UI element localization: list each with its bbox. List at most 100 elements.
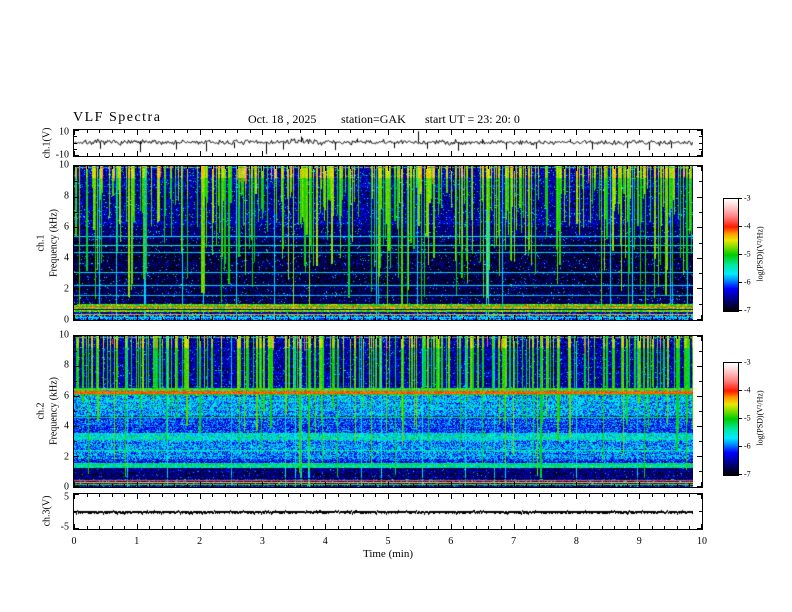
x-tick — [250, 317, 251, 320]
x-tick — [162, 166, 163, 169]
x-tick — [137, 166, 138, 171]
x-tick — [275, 494, 276, 497]
x-tick — [401, 153, 402, 156]
y-tick — [697, 166, 702, 167]
colorbar-tick-label: -4 — [744, 221, 751, 231]
x-tick — [375, 317, 376, 320]
colorbar-tick — [738, 310, 742, 311]
x-tick — [237, 130, 238, 133]
x-tick — [363, 317, 364, 320]
x-tick — [476, 166, 477, 169]
x-tick — [627, 336, 628, 339]
x-tick — [262, 336, 263, 341]
x-tick — [614, 166, 615, 169]
y-tick — [699, 181, 702, 182]
colorbar-tick-label: -3 — [744, 357, 751, 367]
x-tick — [325, 524, 326, 529]
colorbar-tick — [738, 362, 742, 363]
x-tick — [476, 484, 477, 487]
x-tick — [124, 130, 125, 133]
x-tick — [514, 336, 515, 341]
x-tick — [388, 166, 389, 171]
x-tick — [539, 494, 540, 497]
x-tick — [112, 494, 113, 497]
x-tick — [363, 336, 364, 339]
x-tick — [187, 317, 188, 320]
y-tick — [74, 486, 79, 487]
x-tick — [501, 494, 502, 497]
vlf-spectra-figure: VLF Spectra Oct. 18 , 2025 station=GAK s… — [0, 0, 792, 612]
x-tick — [288, 494, 289, 497]
x-tick — [401, 166, 402, 169]
x-tick — [350, 484, 351, 487]
x-tick — [664, 166, 665, 169]
x-tick — [589, 153, 590, 156]
x-tick — [451, 336, 452, 341]
y-tick — [74, 212, 77, 213]
time-tick-label: 6 — [448, 536, 454, 547]
x-tick — [488, 130, 489, 133]
y-tick — [699, 471, 702, 472]
x-tick — [677, 166, 678, 169]
x-tick — [313, 153, 314, 156]
ch1-waveform-canvas — [74, 130, 693, 156]
x-tick — [652, 166, 653, 169]
x-tick — [338, 153, 339, 156]
y-tick — [697, 396, 702, 397]
x-tick — [576, 151, 577, 156]
x-tick — [375, 336, 376, 339]
x-tick — [212, 130, 213, 133]
x-tick — [652, 336, 653, 339]
freq-tick-label: 2 — [64, 451, 69, 463]
y-tick — [697, 197, 702, 198]
x-tick — [300, 130, 301, 133]
y-tick — [699, 304, 702, 305]
x-tick — [262, 166, 263, 171]
spec2-frequency-axis-label: Frequency (kHz) — [48, 376, 60, 446]
x-tick — [438, 166, 439, 169]
x-tick — [288, 336, 289, 339]
x-tick — [438, 130, 439, 133]
x-tick — [99, 494, 100, 497]
x-tick — [463, 166, 464, 169]
y-tick — [74, 336, 79, 337]
x-tick — [551, 130, 552, 133]
x-tick — [639, 494, 640, 499]
freq-tick-label: 10 — [59, 329, 69, 341]
y-tick — [74, 366, 79, 367]
x-tick — [564, 317, 565, 320]
ch1-spectrogram-panel — [73, 165, 703, 321]
x-tick — [639, 166, 640, 171]
x-tick — [413, 130, 414, 133]
x-tick — [526, 494, 527, 497]
x-tick — [564, 153, 565, 156]
ch3-waveform-canvas — [74, 494, 693, 529]
x-tick — [401, 526, 402, 529]
y-tick — [699, 143, 702, 144]
x-tick — [162, 130, 163, 133]
x-tick — [564, 336, 565, 339]
x-tick — [112, 526, 113, 529]
x-tick — [212, 484, 213, 487]
x-tick — [501, 317, 502, 320]
x-tick — [275, 153, 276, 156]
x-tick — [375, 484, 376, 487]
x-tick — [313, 336, 314, 339]
x-tick — [652, 484, 653, 487]
x-tick — [476, 153, 477, 156]
x-tick — [501, 166, 502, 169]
x-tick — [677, 336, 678, 339]
x-tick — [212, 494, 213, 497]
y-tick — [699, 441, 702, 442]
x-tick — [589, 336, 590, 339]
y-tick — [697, 319, 702, 320]
x-tick — [87, 494, 88, 497]
x-tick — [325, 315, 326, 320]
x-tick — [589, 526, 590, 529]
x-tick — [338, 130, 339, 133]
spec1-channel-label: ch.1 — [35, 234, 47, 252]
x-tick — [187, 526, 188, 529]
x-tick — [488, 153, 489, 156]
x-tick — [501, 336, 502, 339]
spec1-frequency-axis-label: Frequency (kHz) — [48, 208, 60, 278]
